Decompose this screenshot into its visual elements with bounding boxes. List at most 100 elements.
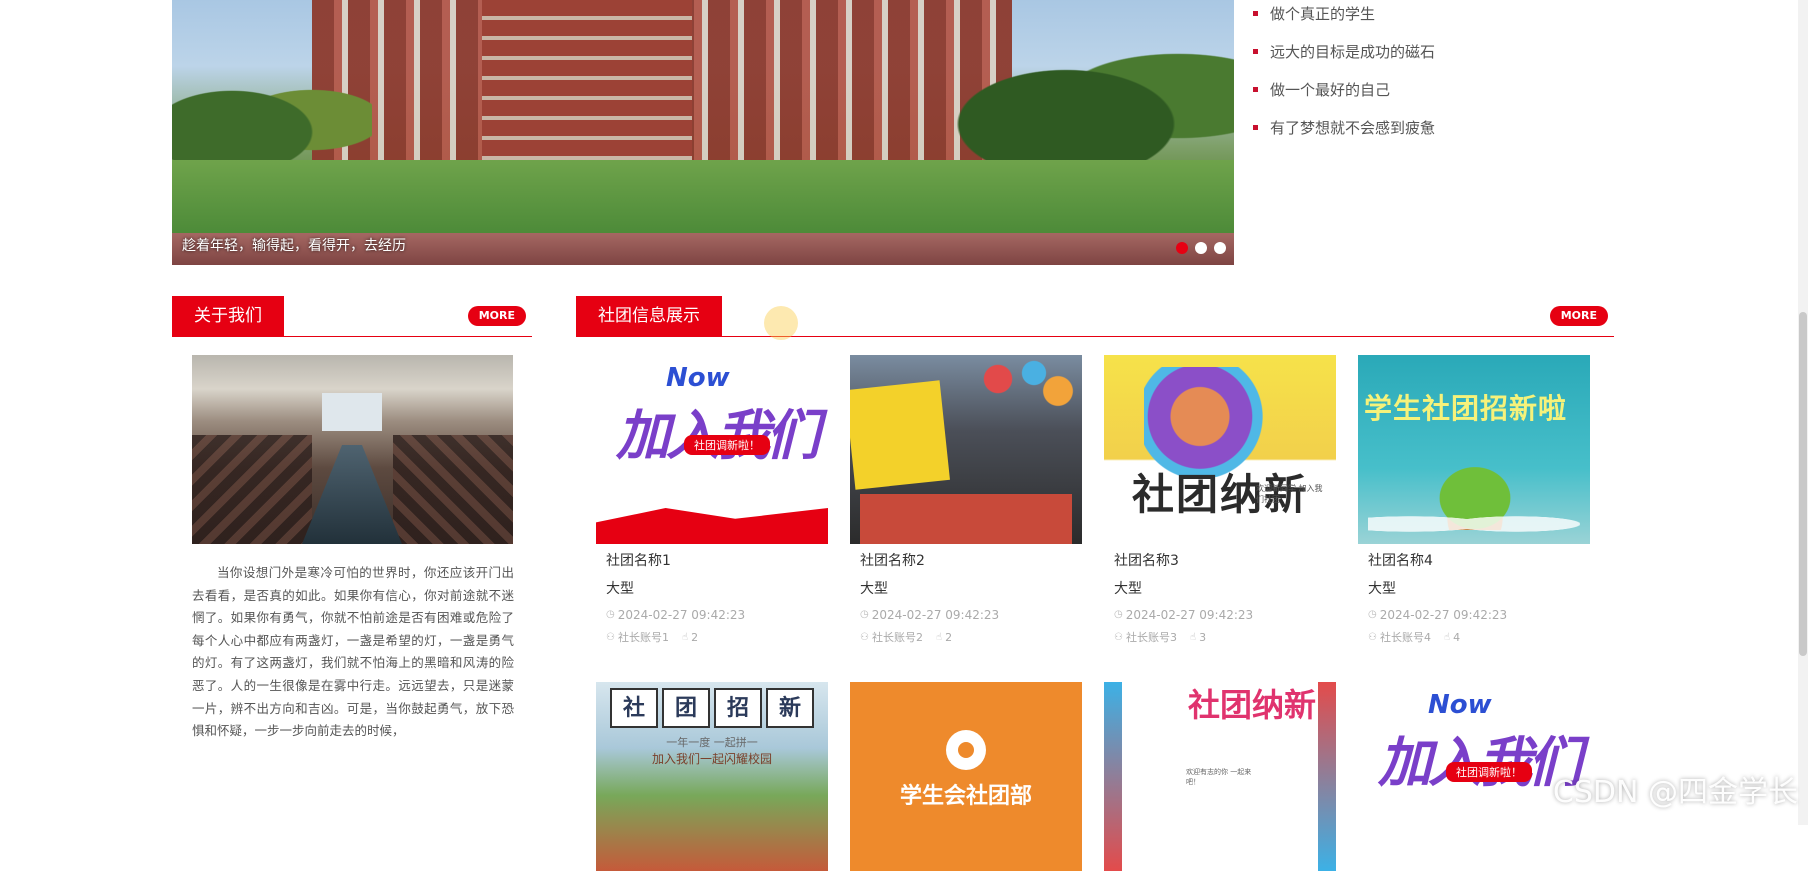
user-icon: ⚇ [860,632,869,643]
clubs-section-header: 社团信息展示 MORE [576,296,1614,337]
club-image-2[interactable] [850,355,1082,544]
banner-dot-1[interactable] [1176,242,1188,254]
user-icon: ⚇ [1368,632,1377,643]
club-card-6[interactable]: 学生会社团部 [850,682,1082,871]
image-decoration [850,380,950,490]
about-image-meeting-room [192,355,513,544]
club-time-row: ◷ 2024-02-27 09:42:23 [850,606,1082,624]
image-text: 一年一度 一起拼一 [666,736,758,749]
thumb-icon: ☝ [1443,632,1451,643]
image-text: 学生会社团部 [899,784,1032,809]
club-card-5[interactable]: 社 团 招 新 一年一度 一起拼一 加入我们一起闪耀校园 [596,682,828,871]
meeting-room-screen [322,393,382,431]
club-type: 大型 [860,581,888,597]
club-stats-row: ⚇ 社长账号4 ☝ 4 [1358,630,1590,646]
club-time: 2024-02-27 09:42:23 [1125,608,1254,622]
clock-icon: ◷ [1114,609,1123,620]
image-text: 社团调新啦！ [684,435,770,455]
cursor-highlight [764,306,798,340]
clock-icon: ◷ [1368,609,1377,620]
user-icon: ⚇ [606,632,615,643]
club-stats-row: ⚇ 社长账号2 ☝ 2 [850,630,1082,646]
notice-item[interactable]: 做一个最好的自己 [1252,78,1435,116]
club-account: 社长账号2 [871,631,923,644]
club-card-2[interactable]: 社团名称2 大型 ◷ 2024-02-27 09:42:23 ⚇ 社长账号2 ☝ 2 [850,355,1082,646]
banner-dot-3[interactable] [1214,242,1226,254]
club-image-1[interactable]: Now 加入我们 社团调新啦！ [596,355,828,544]
image-text: 加入我们一起闪耀校园 [651,752,772,766]
image-text: 学生社团招新啦 [1364,392,1568,425]
club-image-3[interactable]: 社团纳新 欢迎新同学 加入我们社团 [1104,355,1336,544]
club-time-row: ◷ 2024-02-27 09:42:23 [1358,606,1590,624]
banner-dots [1176,242,1226,254]
club-stats-row: ⚇ 社长账号3 ☝ 3 [1104,630,1336,646]
club-count: 2 [691,631,699,644]
about-more-button[interactable]: MORE [467,306,526,326]
club-card-7[interactable]: 社团纳新 欢迎有志的你 一起来吧！ [1104,682,1336,871]
image-text: 加入我们 [1378,718,1582,797]
club-card-3[interactable]: 社团纳新 欢迎新同学 加入我们社团 社团名称3 大型 ◷ 2024-02-27 0… [1104,355,1336,646]
image-decoration [596,508,828,544]
meeting-room-chairs-left [192,435,312,544]
about-section-header: 关于我们 MORE [172,296,532,337]
club-name[interactable]: 社团名称3 [1104,550,1336,572]
image-text: 社 [610,688,658,728]
image-text: 新 [766,688,814,728]
meeting-room-chairs-right [393,435,513,544]
banner-trees-right [954,40,1234,180]
about-text: 当你设想门外是寒冷可怕的世界时，你还应该开门出去看看，是否真的如此。如果你有信心… [192,565,514,739]
image-text: 社团调新啦！ [1446,762,1532,782]
about-title: 关于我们 [172,296,284,336]
thumb-icon: ☝ [1189,632,1197,643]
club-type: 大型 [1368,581,1396,597]
user-icon: ⚇ [1114,632,1123,643]
club-card-1[interactable]: Now 加入我们 社团调新啦！ 社团名称1 大型 ◷2024-02-27 09:… [596,355,828,646]
club-time: 2024-02-27 09:42:23 [1379,608,1508,622]
club-time: 2024-02-27 09:42:23 [871,608,1000,622]
notice-item[interactable]: 做个真正的学生 [1252,2,1435,40]
image-text: 欢迎有志的你 一起来吧！ [1186,768,1252,786]
club-count: 3 [1199,631,1207,644]
image-text: 加入我们 [616,391,820,470]
club-type: 大型 [1114,581,1142,597]
meeting-room-table [302,445,402,544]
club-card-4[interactable]: 学生社团招新啦 社团名称4 大型 ◷ 2024-02-27 09:42:23 ⚇ 社… [1358,355,1590,646]
image-title-chars: 社 团 招 新 [610,688,814,728]
club-stats-row: ⚇ 社长账号1 ☝ 2 [596,630,828,646]
image-text: 欢迎新同学 加入我们社团 [1256,484,1323,504]
club-name[interactable]: 社团名称2 [850,550,1082,572]
thumb-icon: ☝ [935,632,943,643]
image-text: 社团纳新 [1188,686,1317,724]
scrollbar-thumb[interactable] [1799,312,1807,656]
clock-icon: ◷ [860,609,869,620]
image-text: 招 [714,688,762,728]
notice-list: 做个真正的学生 远大的目标是成功的磁石 做一个最好的自己 有了梦想就不会感到疲惫 [1252,2,1435,154]
notice-item[interactable]: 远大的目标是成功的磁石 [1252,40,1435,78]
banner-building-center [482,0,692,185]
image-decoration [860,494,1072,544]
club-image-5[interactable]: 社 团 招 新 一年一度 一起拼一 加入我们一起闪耀校园 [596,682,828,871]
banner-field [172,160,1234,235]
club-time-row: ◷ 2024-02-27 09:42:23 [1104,606,1336,624]
page-scrollbar[interactable] [1798,0,1808,825]
club-account: 社长账号1 [617,631,669,644]
banner-carousel[interactable]: 趁着年轻，输得起，看得开，去经历 [172,0,1234,265]
club-count: 4 [1453,631,1461,644]
club-image-4[interactable]: 学生社团招新啦 [1358,355,1590,544]
watermark: CSDN @四金学长 [1552,775,1798,810]
banner-dot-2[interactable] [1195,242,1207,254]
club-image-6[interactable]: 学生会社团部 [850,682,1082,871]
image-decoration [1368,506,1580,536]
club-type: 大型 [606,581,634,597]
logo-icon [946,730,986,770]
club-image-7[interactable]: 社团纳新 欢迎有志的你 一起来吧！ [1104,682,1336,871]
image-decoration [962,355,1082,415]
club-name[interactable]: 社团名称1 [596,550,828,572]
image-text: 团 [662,688,710,728]
image-decoration [1318,682,1336,871]
notice-item[interactable]: 有了梦想就不会感到疲惫 [1252,116,1435,154]
club-name[interactable]: 社团名称4 [1358,550,1590,572]
image-decoration [1144,367,1284,477]
banner-caption: 趁着年轻，输得起，看得开，去经历 [182,238,406,254]
clubs-more-button[interactable]: MORE [1549,306,1608,326]
